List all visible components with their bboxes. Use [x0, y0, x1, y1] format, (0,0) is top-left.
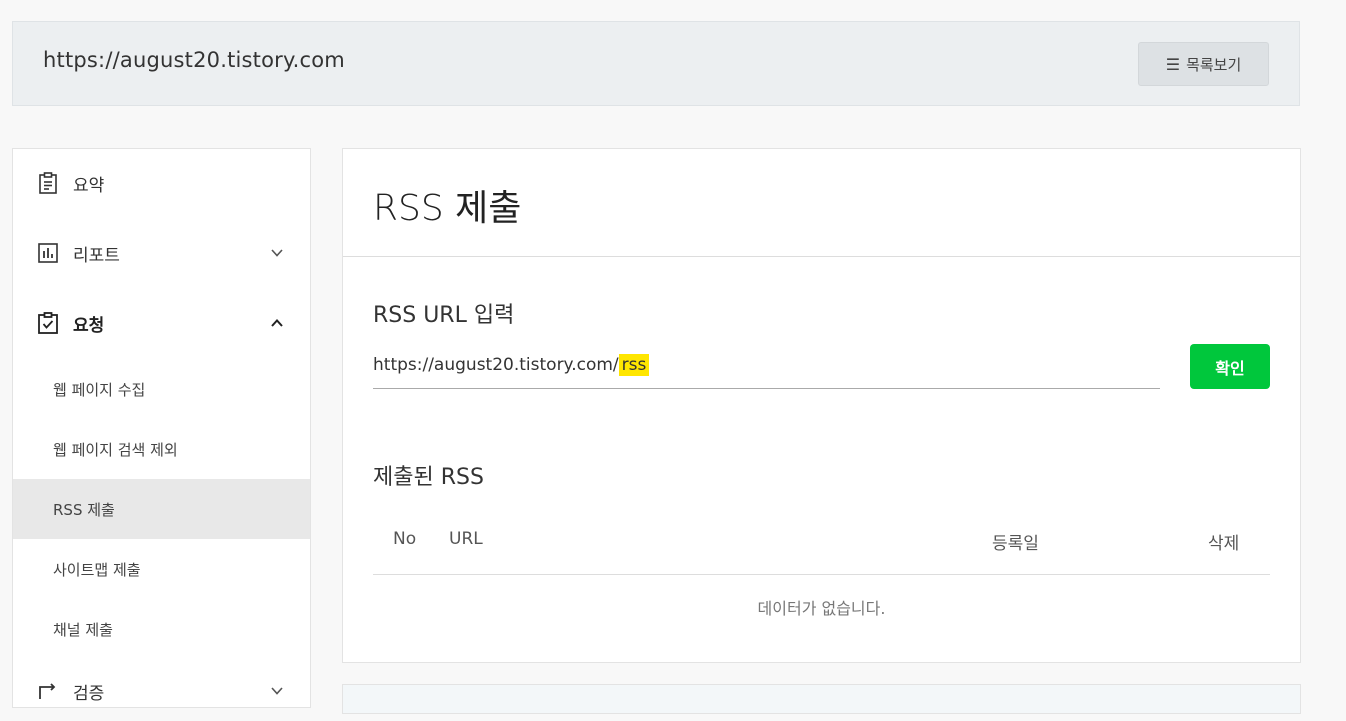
clipboard-icon	[39, 172, 57, 194]
sidebar-sub-item-sitemap-submit[interactable]: 사이트맵 제출	[13, 539, 310, 599]
chevron-up-icon	[271, 319, 283, 327]
rss-url-highlight: rss	[618, 353, 650, 376]
sidebar-item-report[interactable]: 리포트	[13, 223, 310, 283]
lower-panel	[342, 684, 1301, 714]
checklist-icon	[38, 312, 58, 334]
list-icon: ☰	[1165, 54, 1181, 74]
column-header-no: No	[393, 529, 417, 549]
top-bar: https://august20.tistory.com ☰ 목록보기	[12, 21, 1300, 106]
empty-table-message: 데이터가 없습니다.	[757, 599, 886, 618]
column-header-delete: 삭제	[1208, 534, 1240, 554]
sidebar-item-label: 검증	[73, 683, 105, 704]
sidebar-item-label: 요청	[73, 315, 105, 336]
bar-chart-icon	[38, 243, 58, 263]
sidebar-item-verify[interactable]: 검증	[13, 661, 310, 721]
rss-url-input[interactable]: https://august20.tistory.com/rss	[373, 341, 1160, 389]
sidebar-sub-item-label: RSS 제출	[53, 500, 115, 519]
sidebar-sub-item-label: 웹 페이지 수집	[53, 380, 146, 399]
sidebar-sub-item-label: 웹 페이지 검색 제외	[53, 440, 178, 459]
rss-submit-panel: RSS 제출 RSS URL 입력 https://august20.tisto…	[342, 148, 1301, 663]
submitted-rss-table: No URL 등록일 삭제 데이터가 없습니다.	[373, 517, 1270, 618]
sidebar-item-request[interactable]: 요청	[13, 293, 310, 353]
sidebar-item-summary[interactable]: 요약	[13, 153, 310, 213]
sidebar-sub-item-page-exclude[interactable]: 웹 페이지 검색 제외	[13, 419, 310, 479]
confirm-button[interactable]: 확인	[1190, 344, 1270, 389]
rss-url-prefix: https://august20.tistory.com/	[373, 354, 619, 375]
sidebar-sub-item-label: 채널 제출	[53, 620, 113, 639]
site-url: https://august20.tistory.com	[43, 48, 345, 72]
sidebar-item-label: 리포트	[73, 245, 120, 266]
sidebar-sub-item-rss-submit[interactable]: RSS 제출	[13, 479, 310, 539]
sidebar: 요약 리포트 요청 웹 페이지 수집 웹 페이지 검색 제외 RSS 제출 사이…	[12, 148, 311, 708]
rss-url-input-label: RSS URL 입력	[373, 303, 515, 328]
column-header-date: 등록일	[992, 534, 1039, 554]
panel-header: RSS 제출	[343, 149, 1300, 257]
column-header-url: URL	[449, 529, 483, 549]
swap-icon	[39, 683, 56, 699]
sidebar-sub-item-label: 사이트맵 제출	[53, 560, 141, 579]
sidebar-item-label: 요약	[73, 175, 105, 196]
submitted-rss-label: 제출된 RSS	[373, 465, 484, 490]
sidebar-sub-item-page-collect[interactable]: 웹 페이지 수집	[13, 359, 310, 419]
sidebar-sub-item-channel-submit[interactable]: 채널 제출	[13, 599, 310, 659]
list-view-label: 목록보기	[1186, 55, 1242, 74]
chevron-down-icon	[271, 249, 283, 257]
list-view-button[interactable]: ☰ 목록보기	[1138, 42, 1269, 86]
table-header: No URL 등록일 삭제	[373, 517, 1270, 575]
page-title: RSS 제출	[373, 188, 522, 229]
